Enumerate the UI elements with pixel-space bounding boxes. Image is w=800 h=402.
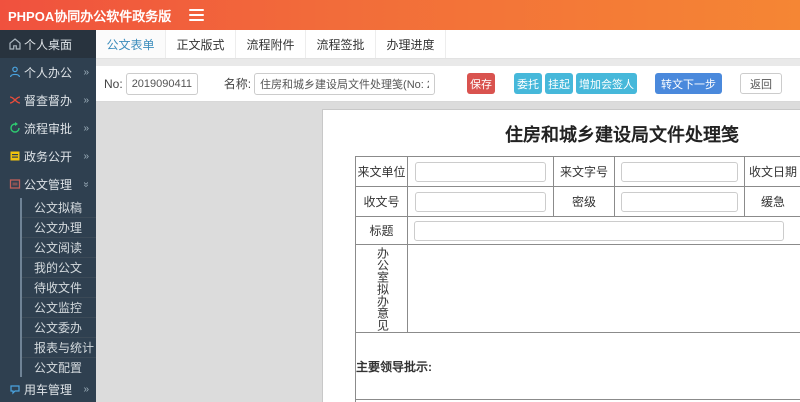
chevron-right-icon: » xyxy=(83,66,89,78)
back-button[interactable]: 返回 xyxy=(740,73,783,94)
receive-date-label: 收文日期 xyxy=(744,156,800,187)
chevron-right-icon: » xyxy=(83,150,89,162)
receive-no-label: 收文号 xyxy=(355,186,408,217)
app-header: PHPOA协同办公软件政务版 xyxy=(0,0,800,30)
document-title: 住房和城乡建设局文件处理笺 xyxy=(505,125,739,145)
chevron-down-icon: » xyxy=(80,181,92,187)
sidebar-item-vehicle-management[interactable]: 用车管理 » xyxy=(0,377,96,401)
doc-name-input[interactable] xyxy=(254,72,436,95)
submenu-label: 公文办理 xyxy=(34,221,83,235)
table-row: 来文单位 来文字号 收文日期 xyxy=(355,156,800,187)
sidebar-item-gov-disclosure[interactable]: 政务公开 » xyxy=(0,142,96,170)
submenu-label: 公文拟稿 xyxy=(34,201,83,215)
secrecy-input[interactable] xyxy=(621,191,738,212)
folder-icon xyxy=(9,178,24,190)
cycle-icon xyxy=(9,122,24,134)
tab-bar: 公文表单 正文版式 流程附件 流程签批 办理进度 xyxy=(96,30,800,59)
tab-document-form[interactable]: 公文表单 xyxy=(96,30,166,58)
sidebar-item-personal-office[interactable]: 个人办公 » xyxy=(0,58,96,86)
calendar-icon xyxy=(9,150,24,162)
office-opinion-cell[interactable] xyxy=(407,244,800,333)
sidebar-item-supervision[interactable]: 督查督办 » xyxy=(0,86,96,114)
urgency-label: 缓急 xyxy=(744,186,800,217)
sidebar-item-label: 流程审批 xyxy=(24,121,73,136)
incoming-ref-label: 来文字号 xyxy=(553,156,615,187)
incoming-ref-input[interactable] xyxy=(621,161,738,182)
tab-label: 正文版式 xyxy=(176,37,225,52)
name-label: 名称: xyxy=(223,77,252,91)
chevron-right-icon: » xyxy=(83,122,89,134)
main-leader-remarks-cell[interactable]: 主要领导批示: xyxy=(355,332,800,400)
tab-flow-attachments[interactable]: 流程附件 xyxy=(236,30,306,58)
submenu-label: 公文委办 xyxy=(34,321,83,335)
tab-progress[interactable]: 办理进度 xyxy=(376,30,446,58)
car-icon xyxy=(9,383,24,395)
subject-label: 标题 xyxy=(355,216,408,245)
submenu-item-read[interactable]: 公文阅读 xyxy=(22,238,96,258)
submenu-label: 公文配置 xyxy=(34,361,83,375)
tab-label: 办理进度 xyxy=(386,37,435,52)
table-row: 办公室拟办意见 xyxy=(355,244,800,333)
delegate-button[interactable]: 委托 xyxy=(514,73,543,94)
sidebar-item-document-management[interactable]: 公文管理 » xyxy=(0,170,96,198)
document-page: 住房和城乡建设局文件处理笺 来文单位 来文字号 收文日期 收文号 密级 缓急 标… xyxy=(322,109,800,402)
user-icon xyxy=(9,66,24,78)
chevron-right-icon: » xyxy=(83,383,89,395)
incoming-unit-input[interactable] xyxy=(415,161,546,182)
submenu-item-my-docs[interactable]: 我的公文 xyxy=(22,258,96,278)
no-label: No: xyxy=(104,76,123,91)
document-submenu: 公文拟稿 公文办理 公文阅读 我的公文 待收文件 公文监控 公文委办 报表与统计… xyxy=(20,198,96,377)
secrecy-label: 密级 xyxy=(553,186,615,217)
tab-label: 流程签批 xyxy=(316,37,365,52)
save-button[interactable]: 保存 xyxy=(467,73,496,94)
receive-no-input[interactable] xyxy=(415,191,546,212)
sidebar-item-workflow-approval[interactable]: 流程审批 » xyxy=(0,114,96,142)
submenu-item-reports[interactable]: 报表与统计 xyxy=(22,338,96,358)
submenu-label: 我的公文 xyxy=(34,261,83,275)
submenu-label: 待收文件 xyxy=(34,281,83,295)
document-form-table: 来文单位 来文字号 收文日期 收文号 密级 缓急 标题 办公室拟办意见 主要领导… xyxy=(355,156,800,402)
shuffle-icon xyxy=(9,94,24,106)
table-row: 标题 xyxy=(355,216,800,245)
tab-label: 公文表单 xyxy=(106,37,155,52)
document-toolbar: No: 名称: 保存 委托 挂起 增加会签人 转文下一步 返回 xyxy=(96,66,800,102)
home-icon xyxy=(9,38,24,50)
sidebar-item-label: 督查督办 xyxy=(24,93,73,108)
submenu-item-pending-receive[interactable]: 待收文件 xyxy=(22,278,96,298)
incoming-unit-label: 来文单位 xyxy=(355,156,408,187)
submenu-item-delegate[interactable]: 公文委办 xyxy=(22,318,96,338)
submenu-label: 公文阅读 xyxy=(34,241,83,255)
submenu-label: 公文监控 xyxy=(34,301,83,315)
tab-body-layout[interactable]: 正文版式 xyxy=(166,30,236,58)
table-row: 收文号 密级 缓急 xyxy=(355,186,800,217)
sidebar-item-label: 用车管理 xyxy=(24,382,73,397)
sidebar-item-label: 政务公开 xyxy=(24,149,73,164)
sidebar-item-label: 个人桌面 xyxy=(24,37,73,52)
submenu-item-config[interactable]: 公文配置 xyxy=(22,358,96,377)
subject-input[interactable] xyxy=(414,220,784,241)
chevron-right-icon: » xyxy=(83,94,89,106)
divider xyxy=(96,59,800,66)
app-title: PHPOA协同办公软件政务版 xyxy=(8,8,172,24)
sidebar-item-personal-desktop[interactable]: 个人桌面 xyxy=(0,30,96,58)
submenu-item-process[interactable]: 公文办理 xyxy=(22,218,96,238)
menu-icon[interactable] xyxy=(189,8,205,23)
submenu-label: 报表与统计 xyxy=(34,341,95,355)
submenu-item-draft[interactable]: 公文拟稿 xyxy=(22,198,96,218)
tab-label: 流程附件 xyxy=(246,37,295,52)
sidebar-item-label: 个人办公 xyxy=(24,65,73,80)
submenu-item-monitor[interactable]: 公文监控 xyxy=(22,298,96,318)
app-window: PHPOA协同办公软件政务版 个人桌面 个人办公 » 督查督办 » 流程审批 »… xyxy=(0,0,800,402)
sidebar: 个人桌面 个人办公 » 督查督办 » 流程审批 » 政务公开 » 公文管理 » … xyxy=(0,30,96,402)
tab-flow-signoff[interactable]: 流程签批 xyxy=(306,30,376,58)
table-row: 主要领导批示: xyxy=(355,332,800,400)
forward-next-button[interactable]: 转文下一步 xyxy=(655,73,723,94)
suspend-button[interactable]: 挂起 xyxy=(545,73,574,94)
add-countersigner-button[interactable]: 增加会签人 xyxy=(576,73,638,94)
sidebar-item-label: 公文管理 xyxy=(24,177,73,192)
office-opinion-label: 办公室拟办意见 xyxy=(375,246,390,331)
content-area: 住房和城乡建设局文件处理笺 来文单位 来文字号 收文日期 收文号 密级 缓急 标… xyxy=(96,102,800,402)
doc-no-input[interactable] xyxy=(125,72,198,95)
